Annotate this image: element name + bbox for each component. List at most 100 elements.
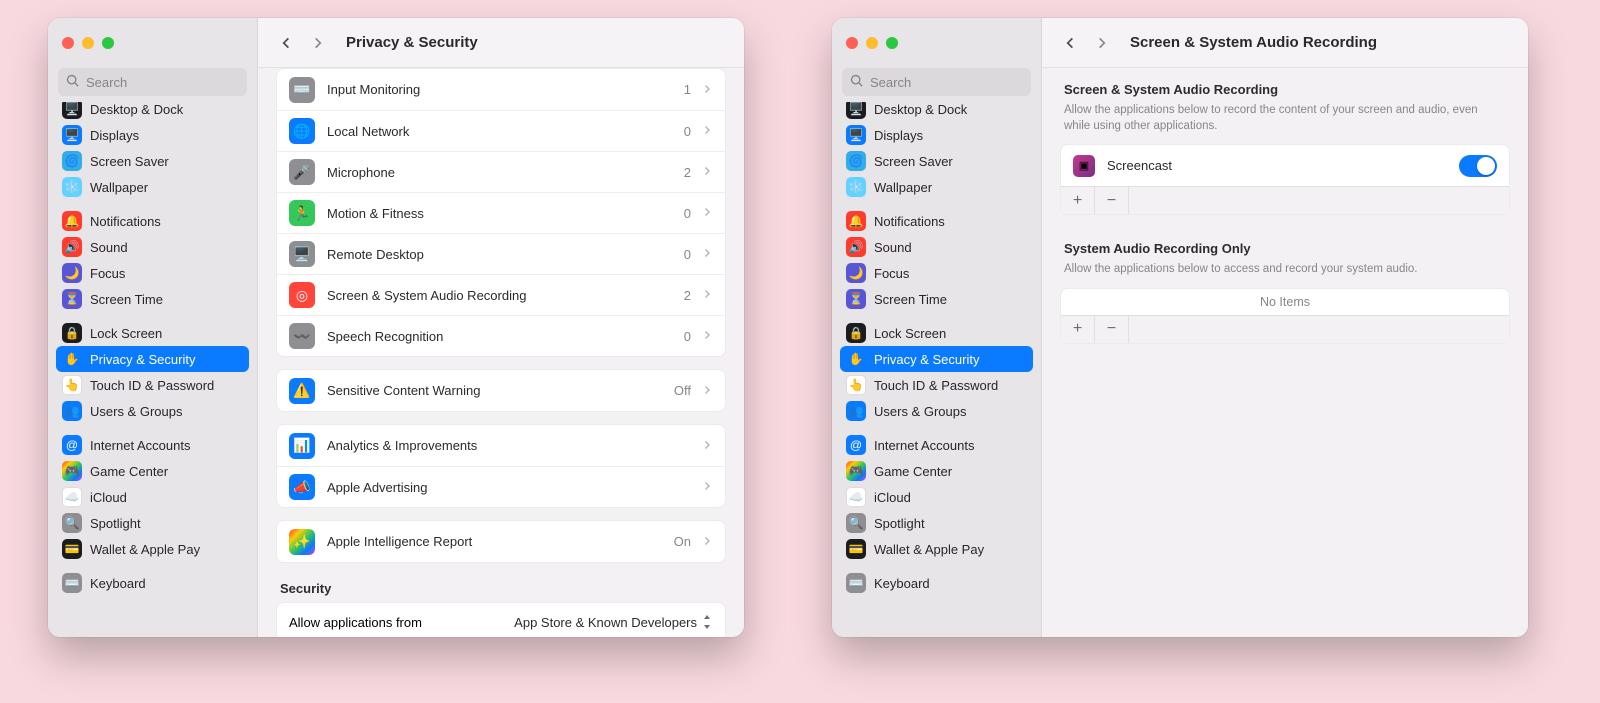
chevron-right-icon <box>703 478 713 496</box>
sidebar-item-game-center[interactable]: 🎮Game Center <box>56 458 249 484</box>
sidebar-icon: 🔍 <box>62 513 82 533</box>
app-row-screencast[interactable]: ▣ Screencast <box>1061 145 1509 186</box>
sidebar-nav: 🖥️Desktop & Dock🖥️Displays🌀Screen Saver❄… <box>48 102 257 637</box>
close-window-button[interactable] <box>62 37 74 49</box>
zoom-window-button[interactable] <box>102 37 114 49</box>
sidebar-item-notifications[interactable]: 🔔 Notifications <box>56 208 249 234</box>
permission-row-motion-fitness[interactable]: 🏃Motion & Fitness0 <box>277 192 725 233</box>
chevron-right-icon <box>703 122 713 140</box>
search-placeholder: Search <box>86 75 127 90</box>
content: ⌨️Input Monitoring1🌐Local Network0 🎤 Micro… <box>258 68 744 637</box>
remove-button[interactable]: − <box>1095 187 1129 214</box>
sidebar-item-label: Sound <box>874 240 912 255</box>
sidebar-item-screen-saver[interactable]: 🌀Screen Saver <box>840 148 1033 174</box>
sidebar-item-touch-id-password[interactable]: 👆Touch ID & Password <box>840 372 1033 398</box>
back-button[interactable] <box>276 33 296 53</box>
sidebar-item-label: Notifications <box>90 214 161 229</box>
permission-row-microphone[interactable]: 🎤Microphone2 <box>277 151 725 192</box>
sidebar-item-game-center[interactable]: 🎮Game Center <box>840 458 1033 484</box>
sidebar-item-focus[interactable]: 🌙Focus <box>840 260 1033 286</box>
allow-applications-select[interactable]: App Store & Known Developers <box>514 615 713 630</box>
sidebar-item-label: Screen Time <box>90 292 163 307</box>
permission-row-screen-system-audio-recording[interactable]: ◎Screen & System Audio Recording2 <box>277 274 725 315</box>
row-label: Microphone <box>327 165 672 180</box>
permission-row-remote-desktop[interactable]: 🖥️Remote Desktop0 <box>277 233 725 274</box>
sidebar-item-label: Wallpaper <box>90 180 148 195</box>
sidebar-item-lock-screen[interactable]: 🔒Lock Screen <box>56 320 249 346</box>
sidebar-item-wallpaper[interactable]: ❄️Wallpaper <box>56 174 249 200</box>
sidebar-item-desktop-dock[interactable]: 🖥️Desktop & Dock <box>840 102 1033 122</box>
sidebar-item-displays[interactable]: 🖥️Displays <box>840 122 1033 148</box>
sidebar-item-focus[interactable]: 🌙Focus <box>56 260 249 286</box>
sidebar-icon: 🔔 <box>846 211 866 231</box>
row-icon: 🌐 <box>289 118 315 144</box>
sidebar-item-spotlight[interactable]: 🔍Spotlight <box>840 510 1033 536</box>
sidebar-item-privacy-security[interactable]: ✋Privacy & Security <box>840 346 1033 372</box>
row-label: Analytics & Improvements <box>327 438 679 453</box>
sidebar-item-privacy-security[interactable]: ✋Privacy & Security <box>56 346 249 372</box>
search-input[interactable]: Search <box>58 68 247 96</box>
back-button[interactable] <box>1060 33 1080 53</box>
sidebar-item-icloud[interactable]: ☁️iCloud <box>56 484 249 510</box>
sidebar-item-notifications[interactable]: 🔔Notifications <box>840 208 1033 234</box>
permission-row-apple-advertising[interactable]: 📣 Apple Advertising <box>277 466 725 507</box>
minimize-window-button[interactable] <box>82 37 94 49</box>
search-input[interactable]: Search <box>842 68 1031 96</box>
chevron-right-icon <box>703 327 713 345</box>
row-icon: 🎤 <box>289 159 315 185</box>
sidebar-item-displays[interactable]: 🖥️Displays <box>56 122 249 148</box>
sidebar-item-users-groups[interactable]: 👥Users & Groups <box>56 398 249 424</box>
row-icon: ⌨️ <box>289 77 315 103</box>
allow-applications-row[interactable]: Allow applications from App Store & Know… <box>276 602 726 637</box>
sidebar-item-label: iCloud <box>874 490 911 505</box>
row-label: Screen & System Audio Recording <box>327 288 672 303</box>
sidebar-item-icloud[interactable]: ☁️iCloud <box>840 484 1033 510</box>
add-button[interactable]: + <box>1061 316 1095 343</box>
forward-button[interactable] <box>308 33 328 53</box>
sidebar-item-sound[interactable]: 🔊Sound <box>840 234 1033 260</box>
sidebar-item-label: Lock Screen <box>874 326 946 341</box>
permission-row-speech-recognition[interactable]: 〰️Speech Recognition0 <box>277 315 725 356</box>
sidebar-icon: 🎮 <box>846 461 866 481</box>
app-toggle[interactable] <box>1459 155 1497 177</box>
sidebar-item-wallpaper[interactable]: ❄️Wallpaper <box>840 174 1033 200</box>
security-header: Security <box>280 581 722 596</box>
remove-button[interactable]: − <box>1095 316 1129 343</box>
permission-row-apple-intelligence-report[interactable]: ✨Apple Intelligence ReportOn <box>277 521 725 562</box>
sidebar-icon: 🖥️ <box>846 102 866 119</box>
sidebar-item-screen-time[interactable]: ⏳Screen Time <box>56 286 249 312</box>
row-icon: 📣 <box>289 474 315 500</box>
sidebar-item-wallet-apple-pay[interactable]: 💳Wallet & Apple Pay <box>840 536 1033 562</box>
minimize-window-button[interactable] <box>866 37 878 49</box>
zoom-window-button[interactable] <box>886 37 898 49</box>
sidebar-item-wallet-apple-pay[interactable]: 💳Wallet & Apple Pay <box>56 536 249 562</box>
sidebar-item-internet-accounts[interactable]: @Internet Accounts <box>840 432 1033 458</box>
settings-window-privacy: Search 🖥️Desktop & Dock🖥️Displays🌀Screen… <box>48 18 744 637</box>
sidebar-item-lock-screen[interactable]: 🔒Lock Screen <box>840 320 1033 346</box>
sidebar-item-screen-saver[interactable]: 🌀Screen Saver <box>56 148 249 174</box>
close-window-button[interactable] <box>846 37 858 49</box>
chevron-right-icon <box>703 204 713 222</box>
sidebar-item-keyboard[interactable]: ⌨️Keyboard <box>840 570 1033 596</box>
sidebar-item-label: Spotlight <box>874 516 925 531</box>
sidebar-item-desktop-dock[interactable]: 🖥️Desktop & Dock <box>56 102 249 122</box>
sidebar-item-users-groups[interactable]: 👥Users & Groups <box>840 398 1033 424</box>
sidebar-item-keyboard[interactable]: ⌨️Keyboard <box>56 570 249 596</box>
sidebar-item-touch-id-password[interactable]: 👆Touch ID & Password <box>56 372 249 398</box>
sidebar-item-internet-accounts[interactable]: @Internet Accounts <box>56 432 249 458</box>
sidebar-item-sound[interactable]: 🔊Sound <box>56 234 249 260</box>
permission-row-input-monitoring[interactable]: ⌨️Input Monitoring1 <box>277 69 725 110</box>
permission-row-sensitive-content-warning[interactable]: ⚠️Sensitive Content WarningOff <box>277 370 725 411</box>
sidebar-item-screen-time[interactable]: ⏳Screen Time <box>840 286 1033 312</box>
sidebar-item-label: Keyboard <box>90 576 146 591</box>
forward-button[interactable] <box>1092 33 1112 53</box>
permission-row-analytics-improvements[interactable]: 📊Analytics & Improvements <box>277 425 725 466</box>
row-label: Apple Advertising <box>327 480 679 495</box>
sidebar-item-spotlight[interactable]: 🔍Spotlight <box>56 510 249 536</box>
permission-row-local-network[interactable]: 🌐Local Network0 <box>277 110 725 151</box>
sidebar-nav: 🖥️Desktop & Dock🖥️Displays🌀Screen Saver❄… <box>832 102 1041 637</box>
add-button[interactable]: + <box>1061 187 1095 214</box>
sidebar-icon: 🔔 <box>62 211 82 231</box>
sidebar-item-label: Privacy & Security <box>90 352 195 367</box>
sidebar-item-label: Focus <box>874 266 909 281</box>
